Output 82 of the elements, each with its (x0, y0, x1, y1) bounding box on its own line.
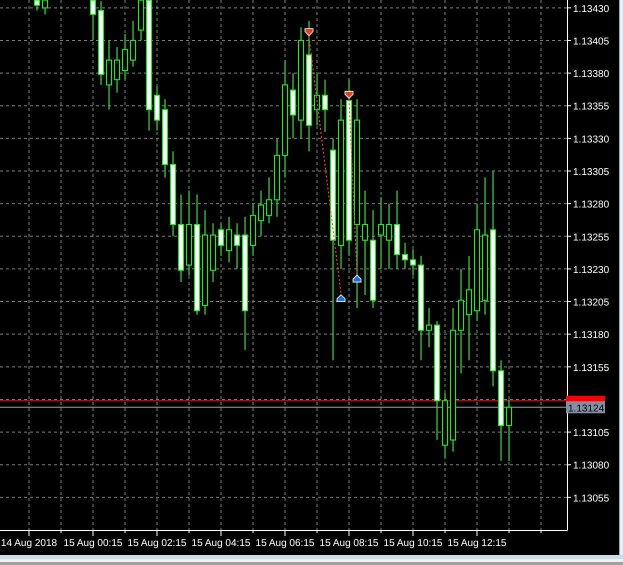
time-label: 15 Aug 08:15 (320, 538, 378, 549)
sell-arrow-icon (304, 28, 314, 36)
candle-wick (412, 248, 414, 276)
candle-body (290, 90, 296, 116)
time-label: 15 Aug 10:15 (384, 538, 442, 549)
price-label: 1.13055 (573, 493, 610, 504)
candle-wick (428, 308, 430, 348)
candle-body (322, 94, 328, 110)
candle-body (226, 229, 232, 252)
candle-wick (316, 72, 318, 126)
candle-body (218, 229, 224, 246)
candle-body (210, 234, 216, 271)
price-label: 1.13280 (573, 200, 610, 211)
candle-wick (404, 242, 406, 270)
candle-wick (220, 222, 222, 256)
price-label: 1.13255 (573, 232, 610, 244)
price-label: 1.13305 (573, 167, 610, 178)
price-label: 1.13230 (573, 264, 610, 276)
candle-body (306, 54, 312, 126)
price-label: 1.13180 (573, 330, 610, 342)
candle-body (314, 94, 320, 110)
candle-body (274, 154, 280, 200)
candle-wick (132, 20, 134, 68)
candle-body (442, 400, 448, 446)
candle-body (394, 224, 400, 256)
price-label: 1.13205 (573, 298, 610, 309)
time-label: 15 Aug 12:15 (448, 538, 506, 549)
price-label: 1.13155 (573, 362, 610, 374)
candle-body (250, 214, 256, 246)
candle-body (482, 234, 488, 301)
bid-price-tag: 1.13124 (566, 401, 605, 414)
candle-wick (228, 216, 230, 263)
buy-arrow-icon (336, 294, 346, 302)
candle-wick (116, 46, 118, 94)
candle-wick (508, 398, 510, 462)
candle-body (130, 40, 136, 61)
candle-body (202, 234, 208, 306)
time-label: 15 Aug 00:15 (64, 538, 122, 549)
candle-body (186, 224, 192, 266)
price-label: 1.13355 (573, 102, 610, 113)
candle-wick (324, 79, 326, 132)
candle-wick (388, 203, 390, 270)
candle-body (162, 109, 168, 165)
candle-body (170, 164, 176, 226)
candle-body (282, 84, 288, 156)
candle-body (370, 240, 376, 301)
candle-wick (236, 222, 238, 270)
candle-body (154, 94, 160, 121)
candle-body (506, 406, 512, 426)
candle-body (458, 300, 464, 331)
candle-body (178, 224, 184, 271)
price-label: 1.13380 (573, 69, 610, 80)
candle-wick (124, 33, 126, 80)
price-label: 1.13330 (573, 134, 610, 146)
candle-body (266, 199, 272, 216)
candle-body (378, 224, 384, 236)
candle-body (114, 60, 120, 80)
time-label: 15 Aug 06:15 (256, 538, 314, 549)
candle-body (258, 204, 264, 222)
price-label: 1.13405 (573, 36, 610, 48)
price-label: 1.13430 (573, 4, 610, 15)
candle-body (106, 60, 112, 86)
candle-body (418, 264, 424, 331)
candle-body (362, 224, 368, 241)
ask-price-tag (566, 396, 605, 402)
candle-body (98, 10, 104, 75)
sell-arrow-icon (344, 90, 354, 99)
buy-arrow-icon (352, 274, 362, 282)
time-label: 15 Aug 02:15 (128, 538, 186, 549)
price-label: 1.13080 (573, 460, 610, 472)
candle-wick (268, 177, 270, 224)
candle-body (426, 324, 432, 331)
candle-body (122, 49, 128, 71)
time-label: 15 Aug 04:15 (192, 538, 250, 549)
candle-body (90, 0, 96, 15)
time-label: 14 Aug 2018 (0, 538, 58, 549)
candle-body (466, 289, 472, 316)
candle-body (386, 224, 392, 241)
candle-body (234, 234, 240, 246)
candle-body (498, 370, 504, 426)
candle-wick (260, 190, 262, 237)
price-label: 1.13105 (573, 428, 610, 440)
